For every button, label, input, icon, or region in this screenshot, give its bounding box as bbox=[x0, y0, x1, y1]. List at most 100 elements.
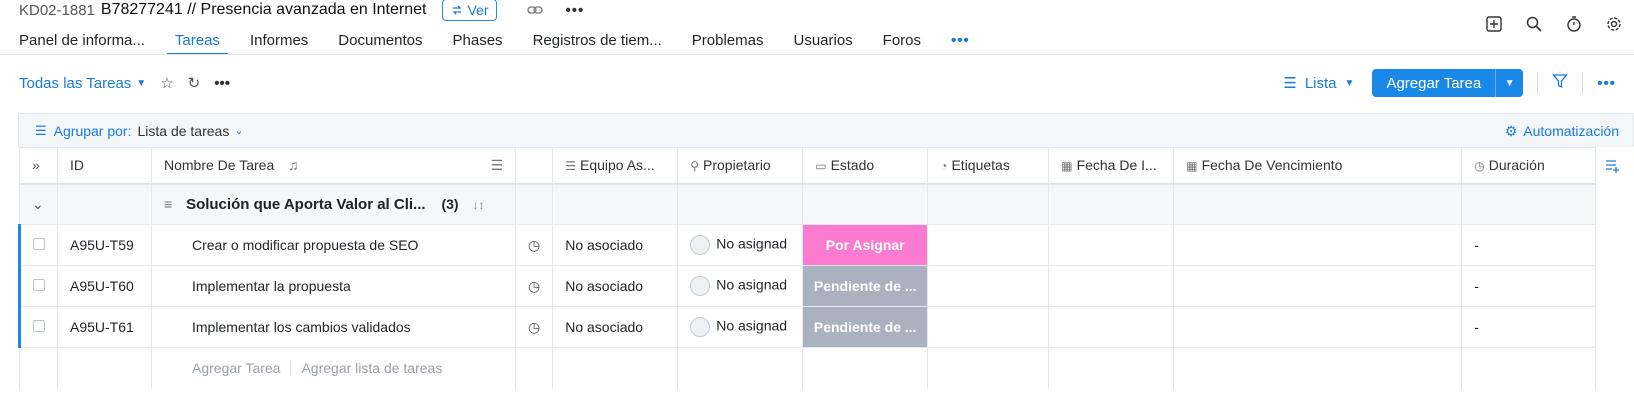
add-column-icon[interactable] bbox=[1598, 152, 1626, 180]
layout-selector[interactable]: ☰ Lista ▼ bbox=[1283, 74, 1354, 93]
status-badge[interactable]: Por Asignar bbox=[803, 225, 927, 265]
col-status[interactable]: ▭ Estado bbox=[802, 147, 929, 185]
status-badge[interactable]: Pendiente de ... bbox=[803, 266, 927, 306]
task-tags[interactable] bbox=[927, 224, 1050, 266]
task-due[interactable] bbox=[1173, 224, 1463, 266]
task-duration[interactable]: - bbox=[1461, 306, 1597, 348]
collapse-all-cell[interactable]: » bbox=[19, 147, 58, 185]
task-team[interactable]: No asociado bbox=[552, 224, 679, 266]
timer-icon[interactable]: ◷ bbox=[528, 319, 540, 335]
timer-cell[interactable]: ◷ bbox=[514, 306, 554, 348]
row-checkbox[interactable] bbox=[33, 279, 45, 291]
sort-icon[interactable]: ↓↕ bbox=[472, 198, 484, 212]
row-checkbox-cell[interactable] bbox=[18, 306, 58, 348]
col-id[interactable]: ID bbox=[57, 147, 152, 185]
tab-panel[interactable]: Panel de informa... bbox=[19, 25, 145, 55]
header-more-button[interactable]: ••• bbox=[565, 2, 584, 19]
task-id[interactable]: A95U-T61 bbox=[57, 306, 152, 348]
task-start[interactable] bbox=[1048, 265, 1175, 307]
task-due[interactable] bbox=[1173, 265, 1463, 307]
task-tags[interactable] bbox=[927, 306, 1050, 348]
col-due-label: Fecha De Vencimiento bbox=[1201, 157, 1343, 174]
col-team[interactable]: ☰ Equipo As... bbox=[552, 147, 679, 185]
refresh-icon[interactable]: ↻ bbox=[188, 74, 201, 92]
group-name-cell[interactable]: ≡ Solución que Aporta Valor al Cli... (3… bbox=[151, 183, 516, 225]
tab-usuarios[interactable]: Usuarios bbox=[793, 25, 852, 55]
task-id[interactable]: A95U-T60 bbox=[57, 265, 152, 307]
add-task-link[interactable]: Agregar Tarea bbox=[192, 360, 280, 376]
toolbar-more-button[interactable]: ••• bbox=[1597, 75, 1616, 92]
double-chevron-icon[interactable]: » bbox=[32, 157, 40, 173]
col-owner[interactable]: ⚲ Propietario bbox=[677, 147, 804, 185]
row-checkbox-cell[interactable] bbox=[18, 265, 58, 307]
chevron-down-icon[interactable]: ⌄ bbox=[32, 196, 44, 212]
task-duration[interactable]: - bbox=[1461, 224, 1597, 266]
task-id[interactable]: A95U-T59 bbox=[57, 224, 152, 266]
timer-icon[interactable]: ◷ bbox=[528, 278, 540, 294]
group-by-value[interactable]: Lista de tareas bbox=[137, 123, 229, 139]
timer-icon[interactable]: ◷ bbox=[528, 237, 540, 253]
add-links-divider bbox=[290, 360, 292, 377]
tab-registros[interactable]: Registros de tiem... bbox=[533, 25, 662, 55]
task-owner-cell[interactable]: No asignad bbox=[677, 265, 804, 307]
task-due[interactable] bbox=[1173, 306, 1463, 348]
link-icon[interactable] bbox=[527, 3, 544, 18]
automation-link[interactable]: ⚙ Automatización bbox=[1505, 114, 1619, 148]
task-table: » ID Nombre De Tarea ♫ ☰ ☰ Equipo As... ⚲… bbox=[18, 147, 1597, 389]
table-row[interactable]: A95U-T61 Implementar los cambios validad… bbox=[18, 306, 1597, 348]
task-start[interactable] bbox=[1048, 224, 1175, 266]
gear-icon[interactable] bbox=[1594, 12, 1634, 36]
view-selector[interactable]: Todas las Tareas ▼ bbox=[19, 75, 146, 92]
row-checkbox-cell[interactable] bbox=[18, 224, 58, 266]
timer-cell[interactable]: ◷ bbox=[514, 265, 554, 307]
tab-foros[interactable]: Foros bbox=[883, 25, 921, 55]
tab-documentos[interactable]: Documentos bbox=[338, 25, 422, 55]
search-icon[interactable] bbox=[1514, 12, 1554, 36]
add-task-button[interactable]: Agregar Tarea bbox=[1372, 69, 1495, 97]
table-row[interactable]: A95U-T59 Crear o modificar propuesta de … bbox=[18, 224, 1597, 266]
col-tags[interactable]: ◔ Etiquetas bbox=[927, 147, 1050, 185]
ver-button[interactable]: Ver bbox=[442, 0, 498, 21]
task-owner: No asignad bbox=[716, 235, 788, 252]
task-owner-cell[interactable]: No asignad bbox=[677, 306, 804, 348]
more-options-button[interactable]: ••• bbox=[214, 75, 230, 92]
tabs-more-button[interactable]: ••• bbox=[951, 25, 970, 55]
task-name[interactable]: Implementar los cambios validados bbox=[151, 306, 516, 348]
tab-phases[interactable]: Phases bbox=[453, 25, 503, 55]
alarm-icon: ♫ bbox=[288, 156, 299, 173]
star-icon[interactable]: ☆ bbox=[160, 74, 173, 92]
tab-tareas[interactable]: Tareas bbox=[166, 25, 228, 55]
task-name[interactable]: Implementar la propuesta bbox=[151, 265, 516, 307]
task-name[interactable]: Crear o modificar propuesta de SEO bbox=[151, 224, 516, 266]
task-team[interactable]: No asociado bbox=[552, 265, 679, 307]
col-name[interactable]: Nombre De Tarea ♫ ☰ bbox=[151, 147, 516, 185]
toolbar-divider bbox=[1582, 72, 1584, 94]
task-status-cell[interactable]: Pendiente de ... bbox=[802, 306, 929, 348]
table-row[interactable]: A95U-T60 Implementar la propuesta ◷ No a… bbox=[18, 265, 1597, 307]
chevron-down-icon[interactable]: ⌄ bbox=[234, 124, 243, 137]
row-checkbox[interactable] bbox=[33, 320, 45, 332]
tab-problemas[interactable]: Problemas bbox=[692, 25, 764, 55]
group-collapse-cell[interactable]: ⌄ bbox=[19, 183, 58, 225]
tab-informes[interactable]: Informes bbox=[250, 25, 308, 55]
col-due[interactable]: ▦ Fecha De Vencimiento bbox=[1173, 147, 1463, 185]
task-start[interactable] bbox=[1048, 306, 1175, 348]
task-tags[interactable] bbox=[927, 265, 1050, 307]
timer-icon[interactable] bbox=[1554, 12, 1594, 36]
filter-icon[interactable] bbox=[1552, 73, 1569, 94]
task-duration[interactable]: - bbox=[1461, 265, 1597, 307]
task-status-cell[interactable]: Por Asignar bbox=[802, 224, 929, 266]
col-start[interactable]: ▦ Fecha De I... bbox=[1048, 147, 1175, 185]
add-tasklist-link[interactable]: Agregar lista de tareas bbox=[301, 360, 442, 376]
add-square-icon[interactable] bbox=[1474, 12, 1514, 36]
task-owner-cell[interactable]: No asignad bbox=[677, 224, 804, 266]
avatar bbox=[690, 235, 711, 255]
task-status-cell[interactable]: Pendiente de ... bbox=[802, 265, 929, 307]
column-settings-icon[interactable]: ☰ bbox=[490, 157, 503, 174]
col-duration[interactable]: ◷ Duración bbox=[1461, 147, 1597, 185]
task-team[interactable]: No asociado bbox=[552, 306, 679, 348]
row-checkbox[interactable] bbox=[33, 238, 45, 250]
add-task-dropdown-icon[interactable]: ▼ bbox=[1495, 69, 1523, 97]
status-badge[interactable]: Pendiente de ... bbox=[803, 307, 927, 347]
timer-cell[interactable]: ◷ bbox=[514, 224, 554, 266]
